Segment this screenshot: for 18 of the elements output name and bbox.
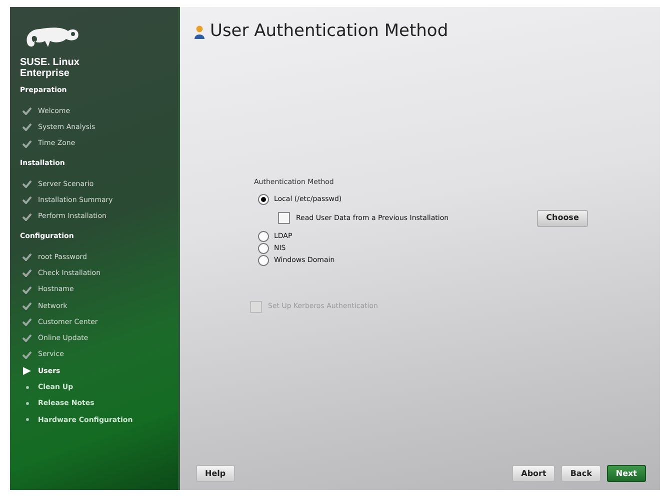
user-icon	[194, 24, 205, 38]
checkbox[interactable]	[278, 212, 290, 224]
nav-button[interactable]: Abort	[512, 465, 556, 482]
nav-button[interactable]: Back	[561, 465, 601, 482]
brand-text: Enterprise	[20, 68, 70, 79]
radio-button[interactable]	[258, 255, 269, 266]
bullet-icon	[26, 386, 28, 389]
bullet-icon	[26, 402, 28, 406]
bullet-icon	[26, 418, 28, 422]
triangle-icon	[23, 367, 31, 375]
choose-button[interactable]: Choose	[537, 210, 588, 226]
radio-button[interactable]	[258, 231, 269, 242]
radio-button[interactable]	[258, 243, 269, 254]
page-title: User Authentication Method	[210, 23, 448, 40]
radio-button[interactable]	[258, 194, 269, 205]
brand-text: SUSE. Linux	[20, 57, 80, 68]
primary-button[interactable]: Next	[606, 465, 646, 482]
nav-button[interactable]: Help	[196, 465, 235, 482]
